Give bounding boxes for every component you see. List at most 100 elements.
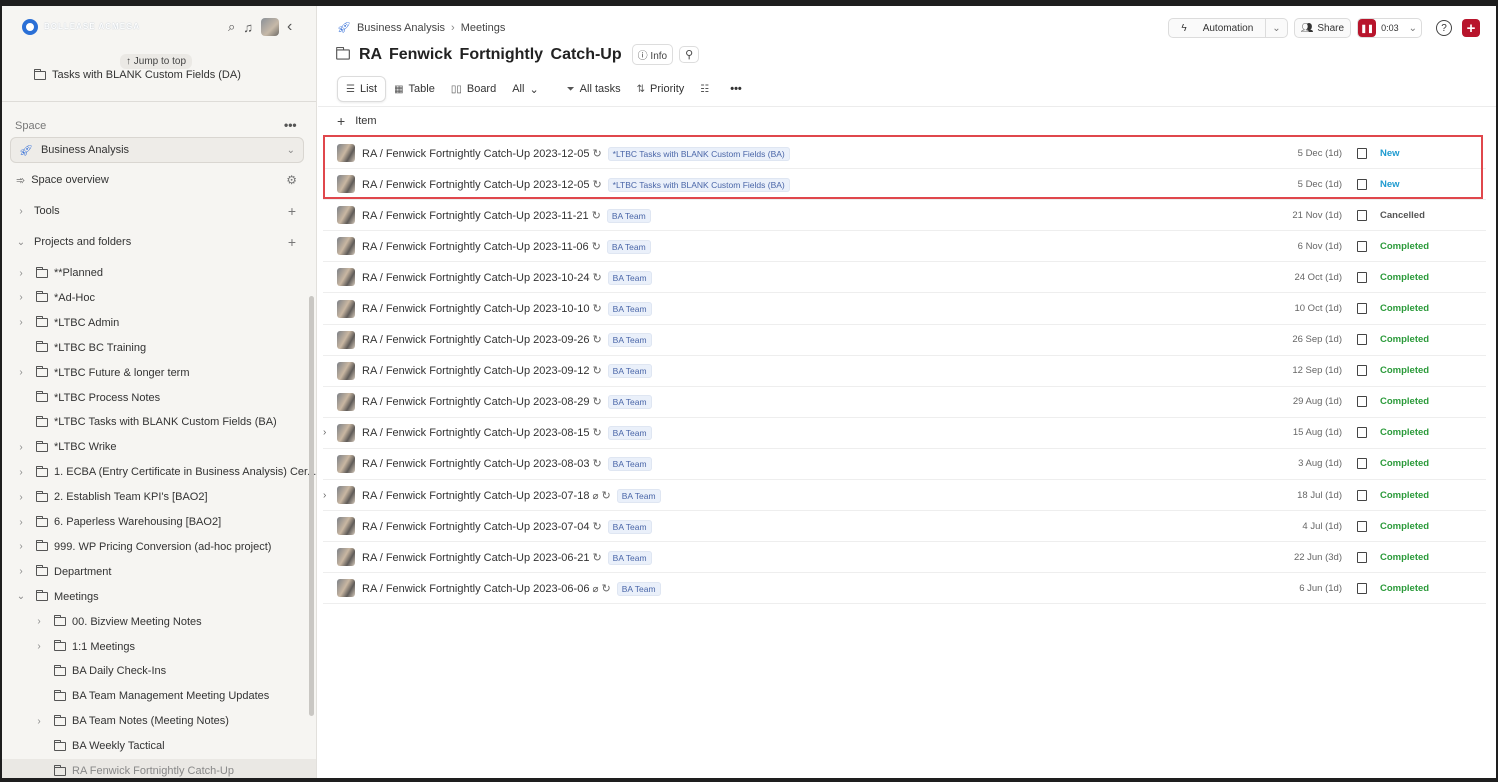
task-name-cell[interactable]: RA / Fenwick Fortnightly Catch-Up 2023-0…: [362, 488, 661, 503]
sidebar-folder-item[interactable]: *LTBC Tasks with BLANK Custom Fields (BA…: [2, 410, 316, 434]
sidebar-folder-item[interactable]: › 999. WP Pricing Conversion (ad-hoc proj…: [2, 535, 316, 559]
folder-tag[interactable]: BA Team: [606, 239, 651, 254]
task-title[interactable]: RA / Fenwick Fortnightly Catch-Up 2023-0…: [362, 396, 589, 408]
sidebar-folder-item[interactable]: BA Team Management Meeting Updates: [2, 684, 316, 708]
status-badge[interactable]: Completed: [1380, 521, 1429, 532]
sidebar-folder-item[interactable]: › 00. Bizview Meeting Notes: [2, 610, 316, 634]
task-title[interactable]: RA / Fenwick Fortnightly Catch-Up 2023-1…: [362, 272, 589, 284]
task-row[interactable]: RA / Fenwick Fortnightly Catch-Up 2023-1…: [323, 262, 1486, 294]
task-date[interactable]: 29 Aug (1d): [1293, 396, 1342, 407]
status-badge[interactable]: Completed: [1380, 458, 1429, 469]
create-new-button[interactable]: +: [1462, 19, 1480, 37]
note-icon[interactable]: [1357, 334, 1367, 346]
chevron-right-icon[interactable]: ›: [30, 716, 48, 727]
task-row[interactable]: RA / Fenwick Fortnightly Catch-Up 2023-1…: [323, 231, 1486, 263]
more-options-icon[interactable]: •••: [722, 76, 750, 102]
task-name-cell[interactable]: RA / Fenwick Fortnightly Catch-Up 2023-0…: [362, 519, 652, 534]
assignee-avatar[interactable]: [337, 299, 355, 318]
sidebar-item-projects[interactable]: ⌄ Projects and folders +: [2, 230, 316, 254]
sidebar-folder-item[interactable]: ⌄ Meetings: [2, 585, 316, 609]
note-icon[interactable]: [1357, 240, 1367, 252]
task-date[interactable]: 5 Dec (1d): [1298, 179, 1342, 190]
assignee-avatar[interactable]: [337, 330, 355, 349]
task-title[interactable]: RA / Fenwick Fortnightly Catch-Up 2023-1…: [362, 179, 589, 191]
folder-tag[interactable]: BA Team: [616, 488, 661, 503]
chevron-right-icon[interactable]: ›: [12, 442, 30, 453]
note-icon[interactable]: [1357, 209, 1367, 221]
sort-priority[interactable]: ⇅ Priority: [629, 76, 693, 102]
workspace-logo[interactable]: BOLLEASE ACMEGA: [22, 19, 140, 35]
chevron-down-icon[interactable]: ⌄: [1265, 19, 1286, 37]
display-options-icon[interactable]: ☷: [692, 76, 722, 102]
task-name-cell[interactable]: RA / Fenwick Fortnightly Catch-Up 2023-1…: [362, 208, 651, 223]
assignee-avatar[interactable]: [337, 175, 355, 194]
task-date[interactable]: 6 Nov (1d): [1298, 241, 1342, 252]
sidebar-folder-item[interactable]: › *LTBC Wrike: [2, 435, 316, 459]
assignee-avatar[interactable]: [337, 144, 355, 163]
task-title[interactable]: RA / Fenwick Fortnightly Catch-Up 2023-0…: [362, 365, 589, 377]
assignee-avatar[interactable]: [337, 423, 355, 442]
folder-tag[interactable]: BA Team: [607, 364, 652, 379]
status-badge[interactable]: Completed: [1380, 334, 1429, 345]
sidebar-folder-item[interactable]: BA Weekly Tactical: [2, 734, 316, 758]
task-name-cell[interactable]: RA / Fenwick Fortnightly Catch-Up 2023-0…: [362, 426, 652, 441]
space-select[interactable]: 🚀︎ Business Analysis ⌄: [10, 137, 304, 163]
task-name-cell[interactable]: RA / Fenwick Fortnightly Catch-Up 2023-0…: [362, 550, 652, 565]
status-badge[interactable]: Completed: [1380, 365, 1429, 376]
tab-board[interactable]: ▯▯ Board: [443, 76, 504, 102]
task-row[interactable]: RA / Fenwick Fortnightly Catch-Up 2023-0…: [323, 449, 1486, 481]
task-row[interactable]: › RA / Fenwick Fortnightly Catch-Up 2023-…: [323, 480, 1486, 512]
task-name-cell[interactable]: RA / Fenwick Fortnightly Catch-Up 2023-1…: [362, 270, 652, 285]
status-badge[interactable]: Completed: [1380, 303, 1429, 314]
chevron-right-icon[interactable]: ›: [12, 467, 30, 478]
task-name-cell[interactable]: RA / Fenwick Fortnightly Catch-Up 2023-1…: [362, 239, 651, 254]
timer-widget[interactable]: ❚❚ 0:03 ⌄: [1357, 18, 1422, 38]
folder-tag[interactable]: BA Team: [607, 426, 652, 441]
assignee-avatar[interactable]: [337, 454, 355, 473]
sidebar-folder-item[interactable]: › *LTBC Admin: [2, 311, 316, 335]
sidebar-folder-item[interactable]: › *Ad-Hoc: [2, 286, 316, 310]
folder-tag[interactable]: BA Team: [616, 581, 661, 596]
task-title[interactable]: RA / Fenwick Fortnightly Catch-Up 2023-0…: [362, 490, 589, 502]
info-button[interactable]: ⓘ Info: [631, 44, 674, 65]
task-title[interactable]: RA / Fenwick Fortnightly Catch-Up 2023-1…: [362, 303, 589, 315]
task-date[interactable]: 24 Oct (1d): [1294, 272, 1342, 283]
assignee-avatar[interactable]: [337, 237, 355, 256]
task-name-cell[interactable]: RA / Fenwick Fortnightly Catch-Up 2023-0…: [362, 581, 661, 596]
task-date[interactable]: 5 Dec (1d): [1298, 148, 1342, 159]
folder-tag[interactable]: BA Team: [607, 550, 652, 565]
task-name-cell[interactable]: RA / Fenwick Fortnightly Catch-Up 2023-0…: [362, 333, 652, 348]
folder-tag[interactable]: *LTBC Tasks with BLANK Custom Fields (BA…: [607, 177, 790, 192]
task-date[interactable]: 12 Sep (1d): [1292, 365, 1342, 376]
task-row[interactable]: RA / Fenwick Fortnightly Catch-Up 2023-1…: [323, 293, 1486, 325]
folder-tag[interactable]: BA Team: [607, 395, 652, 410]
task-row[interactable]: RA / Fenwick Fortnightly Catch-Up 2023-0…: [323, 573, 1486, 605]
note-icon[interactable]: [1357, 551, 1367, 563]
task-title[interactable]: RA / Fenwick Fortnightly Catch-Up 2023-1…: [362, 148, 589, 160]
chevron-right-icon[interactable]: ›: [12, 292, 30, 303]
help-icon[interactable]: ?: [1436, 20, 1452, 36]
chevron-right-icon[interactable]: ›: [12, 517, 30, 528]
assignee-avatar[interactable]: [337, 486, 355, 505]
folder-tag[interactable]: *LTBC Tasks with BLANK Custom Fields (BA…: [607, 146, 790, 161]
folder-tag[interactable]: BA Team: [606, 208, 651, 223]
sidebar-item-space-overview[interactable]: ➾ Space overview ⚙: [2, 168, 316, 192]
sidebar-folder-item[interactable]: › *LTBC Future & longer term: [2, 361, 316, 385]
tab-table[interactable]: ▦ Table: [386, 76, 443, 102]
sidebar-item-top[interactable]: Tasks with BLANK Custom Fields (DA): [2, 63, 316, 87]
task-row[interactable]: RA / Fenwick Fortnightly Catch-Up 2023-0…: [323, 387, 1486, 418]
status-badge[interactable]: New: [1380, 179, 1400, 190]
sidebar-folder-item[interactable]: › BA Team Notes (Meeting Notes): [2, 709, 316, 733]
note-icon[interactable]: [1357, 271, 1367, 283]
chevron-right-icon[interactable]: ›: [12, 541, 30, 552]
task-date[interactable]: 26 Sep (1d): [1292, 334, 1342, 345]
chevron-down-icon[interactable]: ⌄: [1409, 23, 1417, 34]
assignee-avatar[interactable]: [337, 579, 355, 598]
task-row[interactable]: RA / Fenwick Fortnightly Catch-Up 2023-0…: [323, 542, 1486, 574]
task-date[interactable]: 22 Jun (3d): [1294, 552, 1342, 563]
chevron-right-icon[interactable]: ›: [12, 492, 30, 503]
assignee-avatar[interactable]: [337, 548, 355, 567]
task-date[interactable]: 4 Jul (1d): [1302, 521, 1342, 532]
space-more-icon[interactable]: •••: [284, 118, 297, 132]
chevron-right-icon[interactable]: ›: [323, 427, 333, 438]
